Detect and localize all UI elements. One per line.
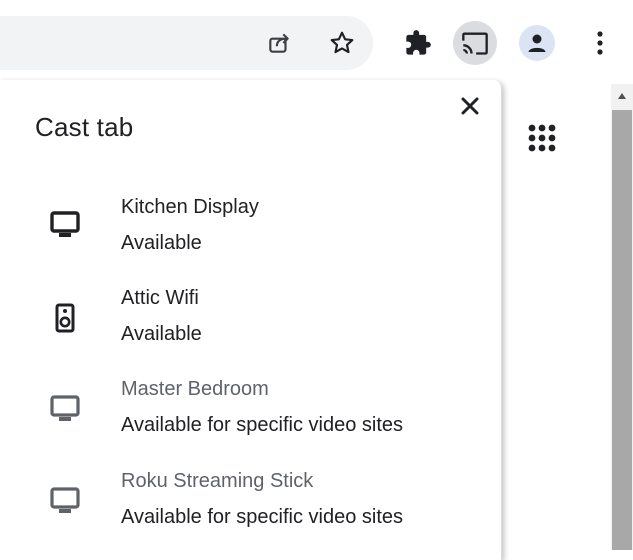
close-icon [461, 97, 479, 115]
share-icon[interactable] [257, 21, 301, 65]
avatar [519, 25, 555, 61]
speaker-icon [48, 301, 82, 335]
scrollbar-thumb[interactable] [612, 110, 632, 550]
sink-status: Available [121, 232, 202, 254]
sink-name: Attic Wifi [121, 287, 199, 309]
monitor-icon [48, 208, 82, 242]
profile-icon[interactable] [515, 21, 559, 65]
more-icon[interactable] [578, 21, 622, 65]
sink-status: Available for specific video sites [121, 414, 403, 436]
sink-item-master-bedroom[interactable]: Master Bedroom Available for specific vi… [0, 378, 502, 460]
scroll-up-arrow-icon[interactable] [611, 84, 633, 108]
sink-item-attic-wifi[interactable]: Attic Wifi Available [0, 287, 502, 369]
page-scrollbar[interactable] [611, 84, 633, 550]
monitor-icon [48, 484, 82, 518]
apps-grid-icon[interactable] [526, 122, 562, 158]
sink-item-kitchen-display[interactable]: Kitchen Display Available [0, 196, 502, 278]
browser-toolbar [0, 0, 633, 84]
cast-icon[interactable] [453, 21, 497, 65]
cast-dialog: Cast tab Kitchen Display Available Attic… [0, 80, 502, 560]
sink-item-roku-streaming-stick[interactable]: Roku Streaming Stick Available for speci… [0, 470, 502, 552]
monitor-icon [48, 392, 82, 426]
sink-name: Master Bedroom [121, 378, 269, 400]
sink-name: Kitchen Display [121, 196, 259, 218]
sink-name: Roku Streaming Stick [121, 470, 314, 492]
address-bar[interactable] [0, 16, 373, 70]
sink-status: Available [121, 323, 202, 345]
extensions-icon[interactable] [396, 21, 440, 65]
dialog-title: Cast tab [35, 112, 134, 142]
sink-status: Available for specific video sites [121, 506, 403, 528]
star-icon[interactable] [320, 21, 364, 65]
close-button[interactable] [452, 88, 488, 124]
